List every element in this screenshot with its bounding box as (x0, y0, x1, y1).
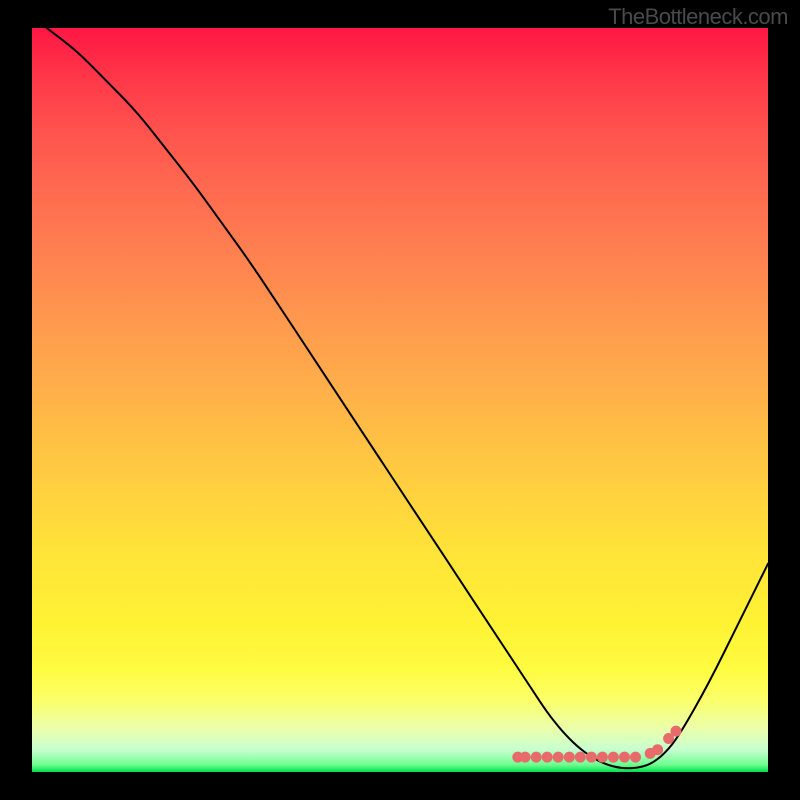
marker-dot (553, 752, 564, 763)
marker-dot (520, 752, 531, 763)
marker-dot (597, 752, 608, 763)
watermark-text: TheBottleneck.com (608, 4, 788, 30)
marker-dot (652, 744, 663, 755)
marker-dot (619, 752, 630, 763)
marker-dot (586, 752, 597, 763)
chart-plot-area (32, 28, 768, 772)
marker-dot (531, 752, 542, 763)
marker-dot (575, 752, 586, 763)
curve-path (47, 28, 768, 768)
marker-dot (630, 752, 641, 763)
optimal-range-markers (512, 726, 681, 763)
marker-dot (671, 726, 682, 737)
marker-dot (564, 752, 575, 763)
marker-dot (542, 752, 553, 763)
marker-dot (608, 752, 619, 763)
bottleneck-curve (32, 28, 768, 772)
